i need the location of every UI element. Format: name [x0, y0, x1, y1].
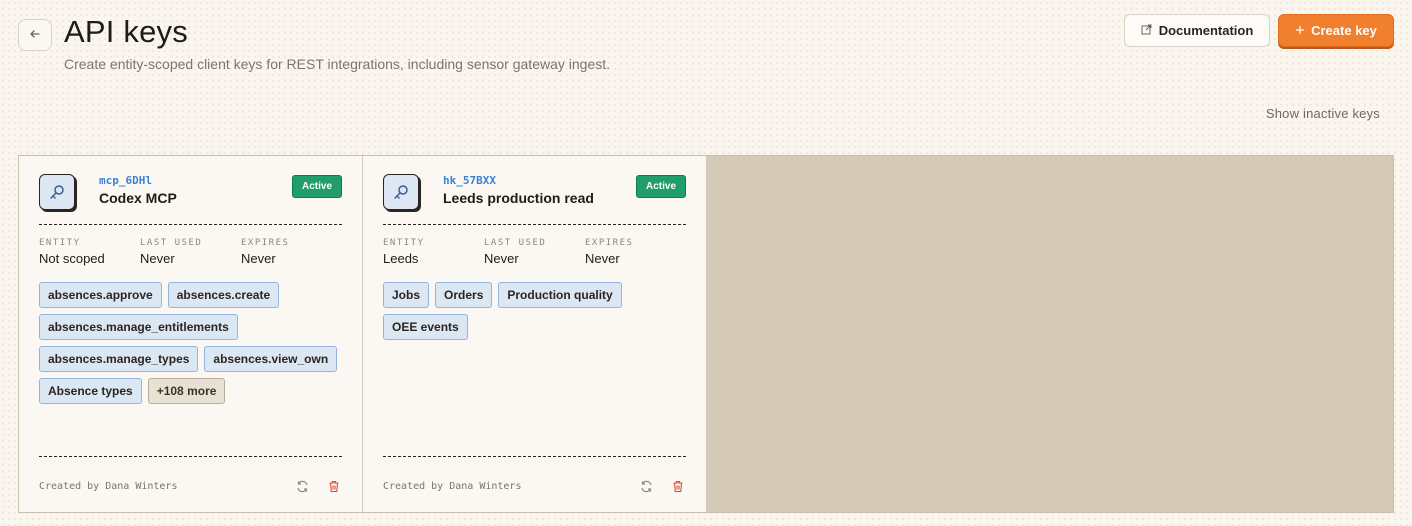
- divider: [383, 456, 686, 457]
- meta-expires: EXPIRES Never: [585, 238, 686, 266]
- meta-value: Never: [140, 251, 175, 266]
- meta-entity: ENTITY Not scoped: [39, 238, 140, 266]
- meta-value: Not scoped: [39, 251, 105, 266]
- card-footer: Created by Dana Winters: [39, 478, 342, 494]
- meta-label: ENTITY: [39, 238, 81, 248]
- scope-tag: Jobs: [383, 282, 430, 308]
- scope-tag: Production quality: [498, 282, 622, 308]
- meta-entity: ENTITY Leeds: [383, 238, 484, 266]
- key-name: Codex MCP: [99, 190, 177, 206]
- meta-expires: EXPIRES Never: [241, 238, 342, 266]
- created-by: Created by Dana Winters: [39, 480, 178, 492]
- scope-tag: absences.create: [167, 282, 280, 308]
- plus-icon: [1295, 23, 1305, 38]
- trash-icon[interactable]: [326, 478, 342, 494]
- more-scopes-button[interactable]: +108 more: [147, 378, 226, 404]
- meta-value: Never: [585, 251, 620, 266]
- meta-value: Never: [484, 251, 519, 266]
- scope-tag: Orders: [435, 282, 493, 308]
- scope-tags: absences.approve absences.create absence…: [39, 282, 342, 404]
- meta-label: LAST USED: [140, 238, 203, 248]
- scope-tag: absences.approve: [39, 282, 162, 308]
- external-link-icon: [1141, 23, 1152, 38]
- scope-tag: absences.view_own: [204, 346, 338, 372]
- documentation-label: Documentation: [1158, 23, 1254, 38]
- create-key-button[interactable]: Create key: [1278, 14, 1394, 47]
- meta-value: Never: [241, 251, 276, 266]
- divider: [383, 224, 686, 225]
- show-inactive-toggle[interactable]: Show inactive keys: [1266, 106, 1380, 121]
- create-key-label: Create key: [1311, 23, 1377, 38]
- meta-value: Leeds: [383, 251, 419, 266]
- back-button[interactable]: [18, 19, 52, 51]
- scope-tag: OEE events: [383, 314, 468, 340]
- scope-tag: absences.manage_entitlements: [39, 314, 238, 340]
- api-key-card: hk_57BXX Leeds production read Active EN…: [363, 156, 707, 512]
- scope-tags: Jobs Orders Production quality OEE event…: [383, 282, 686, 340]
- key-meta: ENTITY Leeds LAST USED Never EXPIRES Nev…: [383, 238, 686, 266]
- api-keys-grid: mcp_6DHl Codex MCP Active ENTITY Not sco…: [18, 155, 1394, 513]
- api-key-card: mcp_6DHl Codex MCP Active ENTITY Not sco…: [19, 156, 363, 512]
- rotate-icon[interactable]: [638, 478, 654, 494]
- created-by: Created by Dana Winters: [383, 480, 522, 492]
- meta-label: EXPIRES: [241, 238, 290, 248]
- page-title: API keys: [64, 14, 188, 49]
- status-badge: Active: [291, 175, 342, 198]
- meta-label: LAST USED: [484, 238, 547, 248]
- rotate-icon[interactable]: [294, 478, 310, 494]
- arrow-left-icon: [29, 28, 41, 43]
- documentation-button[interactable]: Documentation: [1124, 14, 1270, 47]
- scope-tag: Absence types: [39, 378, 142, 404]
- status-badge: Active: [635, 175, 686, 198]
- trash-icon[interactable]: [670, 478, 686, 494]
- key-name: Leeds production read: [443, 190, 594, 206]
- divider: [39, 224, 342, 225]
- key-meta: ENTITY Not scoped LAST USED Never EXPIRE…: [39, 238, 342, 266]
- meta-last-used: LAST USED Never: [484, 238, 585, 266]
- meta-label: EXPIRES: [585, 238, 634, 248]
- key-prefix[interactable]: hk_57BXX: [443, 174, 496, 187]
- card-footer: Created by Dana Winters: [383, 478, 686, 494]
- key-prefix[interactable]: mcp_6DHl: [99, 174, 152, 187]
- scope-tag: absences.manage_types: [39, 346, 199, 372]
- page-subtitle: Create entity-scoped client keys for RES…: [64, 56, 611, 72]
- key-icon: [39, 174, 75, 210]
- meta-last-used: LAST USED Never: [140, 238, 241, 266]
- key-icon: [383, 174, 419, 210]
- divider: [39, 456, 342, 457]
- meta-label: ENTITY: [383, 238, 425, 248]
